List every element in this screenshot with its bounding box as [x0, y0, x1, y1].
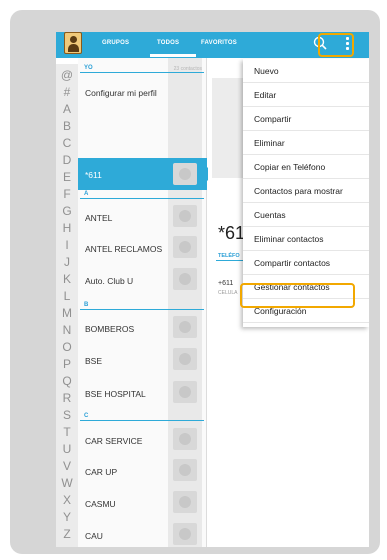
contact-item[interactable]: BOMBEROS: [85, 324, 134, 334]
alphabet-letter[interactable]: M: [56, 306, 78, 320]
section-divider: [80, 309, 204, 310]
alphabet-letter[interactable]: Q: [56, 374, 78, 388]
contact-photo-thumbnail: [173, 205, 197, 227]
alphabet-letter[interactable]: B: [56, 119, 78, 133]
selected-tab-indicator: [150, 54, 196, 57]
menu-item-label: Eliminar: [254, 138, 285, 148]
alphabet-letter[interactable]: O: [56, 340, 78, 354]
alphabet-letter[interactable]: Z: [56, 527, 78, 541]
section-header-a: A: [84, 191, 89, 197]
contact-photo-thumbnail: [173, 428, 197, 450]
alphabet-letter[interactable]: H: [56, 221, 78, 235]
alphabet-letter[interactable]: R: [56, 391, 78, 405]
highlight-gestionar-contactos: [240, 283, 355, 308]
menu-item-label: Eliminar contactos: [254, 234, 324, 244]
alphabet-letter[interactable]: U: [56, 442, 78, 456]
section-header-c: C: [84, 413, 89, 419]
contact-photo-thumbnail: [173, 268, 197, 290]
menu-item-label: Nuevo: [254, 66, 279, 76]
alphabet-letter[interactable]: I: [56, 238, 78, 252]
alphabet-letter[interactable]: P: [56, 357, 78, 371]
contact-photo-thumbnail: [173, 348, 197, 370]
menu-item-label: Compartir: [254, 114, 292, 124]
phone-section-header: TELÉFO: [218, 253, 240, 259]
alphabet-letter[interactable]: C: [56, 136, 78, 150]
selected-contact-name: *611: [85, 170, 102, 180]
alphabet-letter[interactable]: L: [56, 289, 78, 303]
contact-item[interactable]: CAR UP: [85, 467, 117, 477]
contact-photo-thumbnail: [173, 459, 197, 481]
phone-number[interactable]: +611: [218, 280, 233, 287]
menu-item-label: Contactos para mostrar: [254, 186, 343, 196]
contacts-icon[interactable]: [64, 32, 82, 54]
tab-todos[interactable]: TODOS: [157, 40, 179, 46]
menu-item-editar[interactable]: Editar: [243, 83, 369, 107]
section-divider: [80, 72, 204, 73]
section-divider: [80, 198, 204, 199]
alphabet-letter[interactable]: G: [56, 204, 78, 218]
alphabet-letter[interactable]: N: [56, 323, 78, 337]
alphabet-letter[interactable]: A: [56, 102, 78, 116]
contact-item[interactable]: CAR SERVICE: [85, 436, 142, 446]
menu-item-copiar-telefono[interactable]: Copiar en Teléfono: [243, 155, 369, 179]
alphabet-letter[interactable]: E: [56, 170, 78, 184]
contact-photo-thumbnail: [173, 491, 197, 513]
menu-item-compartir-contactos[interactable]: Compartir contactos: [243, 251, 369, 275]
menu-item-label: Compartir contactos: [254, 258, 331, 268]
contact-item[interactable]: ANTEL: [85, 213, 112, 223]
menu-item-label: Cuentas: [254, 210, 286, 220]
alphabet-letter[interactable]: D: [56, 153, 78, 167]
profile-setup-item[interactable]: Configurar mi perfil: [85, 88, 157, 98]
alphabet-letter[interactable]: W: [56, 476, 78, 490]
contact-photo-thumbnail: [173, 236, 197, 258]
tab-grupos[interactable]: GRUPOS: [102, 40, 129, 46]
highlight-overflow-button: [318, 33, 354, 57]
alphabet-letter[interactable]: K: [56, 272, 78, 286]
alphabet-letter[interactable]: F: [56, 187, 78, 201]
alphabet-index[interactable]: @ # A B C D E F G H I J K L M N O P Q R …: [56, 64, 78, 547]
alphabet-letter[interactable]: Y: [56, 510, 78, 524]
menu-item-compartir[interactable]: Compartir: [243, 107, 369, 131]
contact-photo-thumbnail: [173, 523, 197, 545]
menu-item-contactos-mostrar[interactable]: Contactos para mostrar: [243, 179, 369, 203]
menu-item-eliminar[interactable]: Eliminar: [243, 131, 369, 155]
contact-item[interactable]: CAU: [85, 531, 103, 541]
section-header-b: B: [84, 302, 89, 308]
alphabet-letter[interactable]: #: [56, 85, 78, 99]
phone-type-label: CELULA: [218, 290, 238, 296]
tab-favoritos[interactable]: FAVORITOS: [201, 40, 237, 46]
contact-detail-name: *61: [218, 223, 246, 243]
contact-item[interactable]: ANTEL RECLAMOS: [85, 244, 162, 254]
contact-item[interactable]: BSE HOSPITAL: [85, 389, 146, 399]
menu-item-cuentas[interactable]: Cuentas: [243, 203, 369, 227]
menu-item-label: Editar: [254, 90, 277, 100]
contact-photo-thumbnail: [173, 163, 197, 185]
contact-item[interactable]: Auto. Club U: [85, 276, 133, 286]
alphabet-letter[interactable]: S: [56, 408, 78, 422]
alphabet-letter[interactable]: T: [56, 425, 78, 439]
contact-photo-thumbnail: [173, 316, 197, 338]
contact-list[interactable]: YO 23 contactos Configurar mi perfil *61…: [78, 58, 214, 547]
alphabet-letter[interactable]: X: [56, 493, 78, 507]
alphabet-letter[interactable]: @: [56, 68, 78, 82]
contact-photo-thumbnail: [173, 381, 197, 403]
menu-item-label: Copiar en Teléfono: [254, 162, 326, 172]
menu-item-nuevo[interactable]: Nuevo: [243, 59, 369, 83]
alphabet-letter[interactable]: V: [56, 459, 78, 473]
contact-item[interactable]: CASMU: [85, 499, 116, 509]
section-divider: [80, 420, 204, 421]
contact-item[interactable]: BSE: [85, 356, 102, 366]
alphabet-letter[interactable]: J: [56, 255, 78, 269]
menu-item-eliminar-contactos[interactable]: Eliminar contactos: [243, 227, 369, 251]
